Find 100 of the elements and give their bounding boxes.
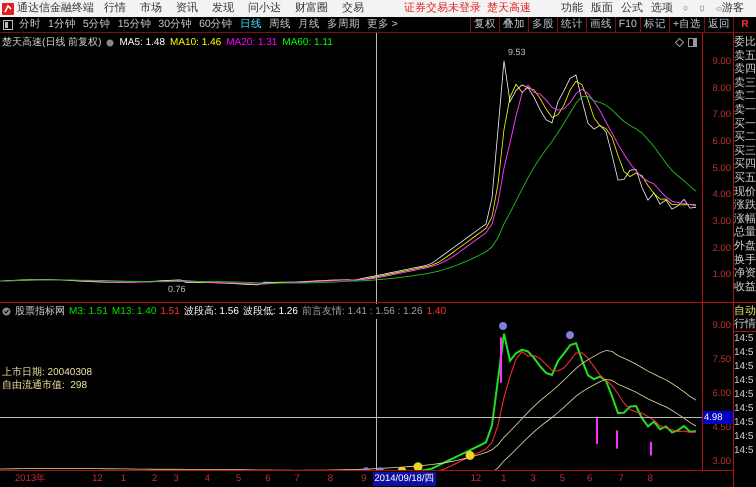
date-label: 1 bbox=[500, 472, 508, 486]
quote-label: 卖一 bbox=[734, 104, 756, 118]
period-tab[interactable]: 多周期 bbox=[326, 16, 360, 32]
tool-button[interactable]: +自选 bbox=[668, 17, 704, 32]
axis-label: 6.00 bbox=[712, 388, 731, 400]
price-label: 0.76 bbox=[168, 283, 186, 296]
tool-button[interactable]: F10 bbox=[614, 17, 640, 32]
date-label: 9 bbox=[360, 472, 368, 486]
menu-item[interactable]: 功能 bbox=[561, 0, 583, 17]
menu-item[interactable]: 版面 bbox=[591, 0, 613, 17]
period-tab[interactable]: 日线 bbox=[240, 16, 262, 32]
period-tab[interactable]: 30分钟 bbox=[158, 16, 192, 32]
date-label: 5 bbox=[234, 472, 242, 486]
trade-time: 14:5 bbox=[734, 346, 754, 360]
quote-label: 买二 bbox=[734, 131, 756, 145]
quote-label: 换手 bbox=[734, 254, 756, 267]
quote-label: 收益 bbox=[734, 280, 756, 294]
tool-button[interactable]: 复权 bbox=[470, 17, 499, 32]
period-tab[interactable]: 60分钟 bbox=[199, 16, 233, 32]
window-icon bbox=[688, 38, 697, 47]
tool-button[interactable]: 返回 bbox=[704, 17, 733, 32]
auto-tab[interactable]: 自动 bbox=[734, 305, 756, 318]
menu-item[interactable]: 财富圈 bbox=[295, 0, 328, 17]
cursor-value: 4.98 bbox=[703, 411, 733, 424]
check-circle-icon bbox=[2, 307, 11, 316]
period-tab[interactable]: 更多 > bbox=[366, 16, 398, 32]
trade-time: 14:5 bbox=[734, 374, 754, 388]
indicator-title: 股票指标网 bbox=[15, 304, 65, 319]
quote-label: 涨跌 bbox=[734, 199, 756, 213]
menu-item[interactable]: 发现 bbox=[212, 0, 234, 17]
date-label: 12 bbox=[91, 472, 104, 486]
menu-item[interactable]: 资讯 bbox=[176, 0, 198, 17]
menu-item[interactable]: 交易 bbox=[342, 0, 364, 17]
quote-label: 买一 bbox=[734, 118, 756, 131]
tool-button[interactable]: 画线 bbox=[586, 17, 615, 32]
date-label: 7 bbox=[294, 472, 301, 486]
quote-label: 卖二 bbox=[734, 90, 756, 104]
period-tab[interactable]: 月线 bbox=[298, 16, 320, 32]
period-tab[interactable]: 1分钟 bbox=[48, 16, 76, 32]
tool-button[interactable]: 多股 bbox=[528, 17, 557, 32]
chart-title: 楚天高速(日线 前复权) bbox=[2, 36, 102, 50]
trade-time: 14:5 bbox=[734, 430, 754, 444]
tool-button[interactable]: 叠加 bbox=[498, 17, 528, 32]
date-label: 3 bbox=[172, 472, 180, 486]
date-label: 6 bbox=[586, 472, 594, 486]
trade-time: 14:5 bbox=[734, 402, 754, 416]
trade-time: 14:5 bbox=[734, 332, 754, 346]
date-label: 8 bbox=[646, 472, 654, 486]
axis-label: 4.00 bbox=[712, 189, 731, 202]
quote-label: 买五 bbox=[734, 172, 756, 186]
axis-label: 5.00 bbox=[712, 162, 731, 175]
menu-item[interactable]: 选项 bbox=[651, 0, 673, 17]
quote-label: 净资 bbox=[734, 267, 756, 281]
tool-button[interactable]: 统计 bbox=[556, 17, 586, 32]
round-marker bbox=[566, 331, 574, 340]
period-tab[interactable]: 分时 bbox=[19, 16, 41, 32]
quote-label: 外盘 bbox=[734, 240, 756, 254]
smiley-marker bbox=[414, 462, 422, 470]
info-text: 上市日期: 20040308 bbox=[2, 366, 92, 379]
quote-panel-toggle[interactable]: R bbox=[733, 17, 756, 32]
axis-label: 9.00 bbox=[712, 320, 731, 332]
date-label: 7 bbox=[617, 472, 625, 486]
diamond-icon bbox=[675, 38, 684, 47]
indicator-value: 前言友情: 1.41 : 1.56 : 1.26 bbox=[302, 304, 423, 319]
stock-name: 楚天高速 bbox=[487, 0, 531, 16]
date-label: 2013年 bbox=[14, 472, 48, 486]
date-label: 2014/09/18/四 bbox=[373, 472, 436, 486]
date-label: 6 bbox=[264, 472, 272, 486]
login-notice[interactable]: 证券交易未登录 bbox=[404, 0, 481, 17]
menu-item[interactable]: 公式 bbox=[621, 0, 643, 17]
menu-item[interactable]: 市场 bbox=[140, 0, 162, 17]
date-label: 5 bbox=[558, 472, 566, 486]
axis-label: 3.00 bbox=[712, 216, 731, 228]
period-tab[interactable]: 周线 bbox=[268, 16, 291, 32]
axis-label: 6.00 bbox=[712, 136, 731, 148]
axis-label: 7.50 bbox=[712, 354, 731, 366]
indicator-value: MA10: 1.46 bbox=[170, 36, 222, 50]
user-name[interactable]: 游客 bbox=[722, 0, 744, 17]
smiley-marker bbox=[466, 450, 474, 460]
quote-label: 卖三 bbox=[734, 76, 756, 90]
menu-item[interactable]: 问小达 bbox=[248, 0, 281, 17]
axis-label: 7.00 bbox=[712, 109, 731, 122]
period-tab[interactable]: 5分钟 bbox=[82, 16, 111, 32]
quote-label: 委比 bbox=[734, 36, 756, 50]
date-label: 12 bbox=[470, 472, 482, 486]
trade-time: 14:5 bbox=[734, 360, 754, 374]
date-label: 4 bbox=[204, 472, 211, 486]
indicator-value: MA5: 1.48 bbox=[119, 36, 166, 50]
bulb-icon bbox=[683, 3, 688, 14]
phone-icon bbox=[700, 3, 704, 14]
quote-label: 买四 bbox=[734, 158, 756, 172]
period-tab[interactable]: 15分钟 bbox=[118, 16, 152, 32]
quote-label: 总量 bbox=[734, 226, 756, 240]
trade-time: 14:5 bbox=[734, 444, 754, 458]
menu-item[interactable]: 行情 bbox=[104, 0, 126, 17]
axis-label: 3.00 bbox=[712, 456, 731, 468]
quote-label: 卖五 bbox=[734, 50, 756, 63]
circle-icon bbox=[106, 38, 114, 46]
info-text: 自由流通市值: 298 bbox=[2, 379, 88, 392]
tool-button[interactable]: 标记 bbox=[640, 17, 669, 32]
